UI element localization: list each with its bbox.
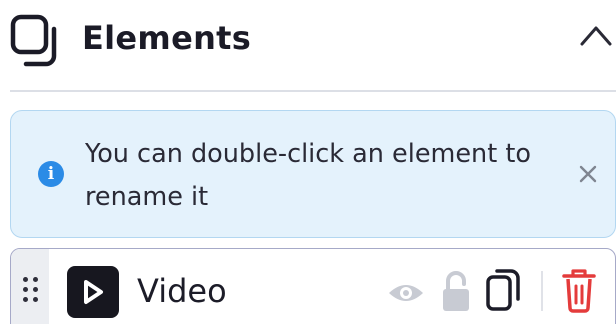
drag-handle[interactable] <box>11 249 49 324</box>
delete-trash-icon[interactable] <box>561 267 597 313</box>
element-name[interactable]: Video <box>137 269 227 313</box>
video-play-icon <box>67 266 119 318</box>
header-divider <box>10 90 616 92</box>
unlock-icon[interactable] <box>439 269 473 313</box>
chevron-up-icon[interactable] <box>576 16 616 56</box>
layers-icon <box>10 14 57 67</box>
visibility-eye-icon[interactable] <box>387 277 425 309</box>
info-message: You can double-click an element to renam… <box>85 139 531 212</box>
info-banner: i You can double-click an element to ren… <box>10 110 616 238</box>
info-icon: i <box>38 161 64 187</box>
close-icon[interactable] <box>573 159 603 189</box>
elements-panel-header: Elements <box>0 0 616 78</box>
duplicate-icon[interactable] <box>485 267 523 313</box>
action-separator <box>541 271 543 311</box>
element-row-video[interactable]: Video <box>10 248 616 324</box>
panel-title: Elements <box>82 19 252 57</box>
